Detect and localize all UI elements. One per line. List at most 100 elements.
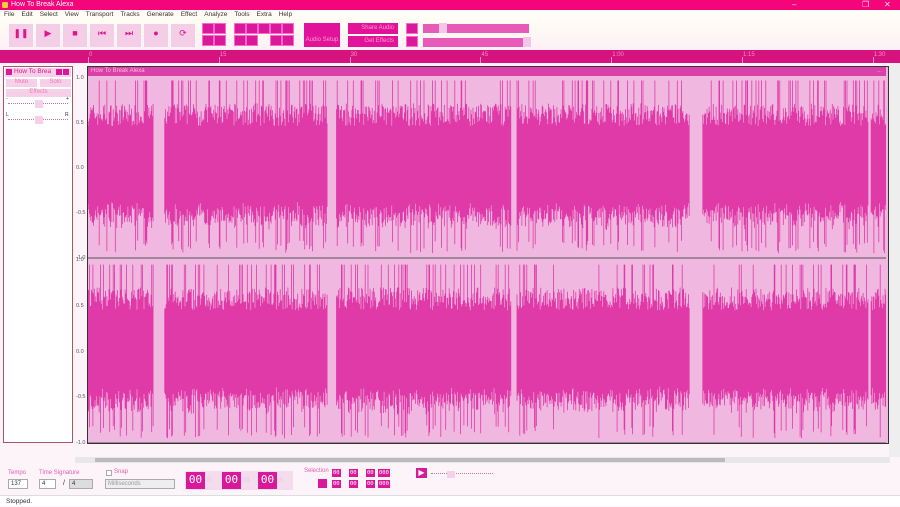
clip-name: How To Break Alexa bbox=[91, 68, 145, 74]
playback-volume-slider[interactable] bbox=[423, 37, 531, 47]
ruler-tick-label: 30 bbox=[350, 52, 358, 58]
effects-button[interactable]: Effects bbox=[6, 89, 71, 97]
pan-left-label: L bbox=[6, 112, 9, 118]
stop-button[interactable]: ■ bbox=[63, 24, 87, 47]
tool-button[interactable] bbox=[214, 23, 226, 34]
mute-button[interactable]: Mute bbox=[6, 79, 37, 87]
amplitude-label: 0.0 bbox=[76, 348, 84, 355]
selection-start-digits[interactable]: 00 bbox=[332, 469, 341, 477]
stop-icon: ■ bbox=[72, 28, 78, 38]
track-collapse-button[interactable] bbox=[56, 69, 62, 75]
gain-slider[interactable] bbox=[8, 100, 68, 108]
skip-start-button[interactable]: ⏮ bbox=[90, 24, 114, 47]
ruler-tick bbox=[742, 57, 743, 63]
status-bar: Stopped. bbox=[0, 495, 900, 506]
amplitude-label: 0.0 bbox=[76, 165, 84, 171]
menu-generate[interactable]: Generate bbox=[147, 10, 174, 20]
tool-button[interactable] bbox=[270, 35, 282, 46]
tool-button[interactable] bbox=[202, 35, 214, 46]
ruler-tick-label: 0 bbox=[89, 52, 93, 58]
track-close-button[interactable] bbox=[6, 69, 12, 75]
minimize-button[interactable]: – bbox=[792, 0, 796, 10]
tool-button[interactable] bbox=[258, 23, 270, 34]
tool-button[interactable] bbox=[202, 23, 214, 34]
gain-minus-label: - bbox=[6, 96, 8, 102]
time-unit: h bbox=[207, 475, 212, 484]
pause-button[interactable]: ❚❚ bbox=[9, 24, 33, 47]
play-meter-icon[interactable] bbox=[406, 36, 418, 47]
gain-plus-label: + bbox=[66, 96, 69, 102]
clip-header[interactable]: How To Break Alexa... bbox=[88, 67, 886, 76]
tool-button[interactable] bbox=[234, 35, 246, 46]
record-button[interactable]: ● bbox=[144, 24, 168, 47]
ruler-tick-label: 1:15 bbox=[743, 52, 755, 58]
menu-help[interactable]: Help bbox=[279, 10, 292, 20]
time-sig-denominator[interactable]: 4 bbox=[69, 479, 93, 489]
record-meter-icon[interactable] bbox=[406, 23, 418, 34]
menu-effect[interactable]: Effect bbox=[181, 10, 198, 20]
tempo-input[interactable]: 137 bbox=[8, 479, 28, 489]
ruler-tick-label: 1:00 bbox=[612, 52, 624, 58]
menu-select[interactable]: Select bbox=[40, 10, 58, 20]
amplitude-label: 1.0 bbox=[76, 257, 84, 263]
tool-button[interactable] bbox=[214, 35, 226, 46]
tool-button[interactable] bbox=[282, 23, 294, 34]
get-effects-button[interactable]: Get Effects bbox=[348, 36, 398, 47]
selection-end-digits[interactable]: 00 bbox=[332, 480, 341, 488]
close-button[interactable]: ✕ bbox=[884, 0, 891, 10]
menu-analyze[interactable]: Analyze bbox=[204, 10, 227, 20]
menu-tracks[interactable]: Tracks bbox=[120, 10, 139, 20]
selection-start-digits[interactable]: 00 bbox=[366, 469, 375, 477]
amplitude-label: 0.5 bbox=[76, 120, 84, 126]
menu-transport[interactable]: Transport bbox=[86, 10, 114, 20]
timeline-ruler[interactable]: 0 15 30 45 1:00 1:15 1:30 bbox=[0, 50, 900, 63]
record-volume-slider[interactable] bbox=[423, 23, 529, 33]
play-at-speed-button[interactable]: ▶ bbox=[416, 468, 427, 478]
tool-button[interactable] bbox=[270, 23, 282, 34]
skip-end-button[interactable]: ⏭ bbox=[117, 24, 141, 47]
snap-checkbox[interactable] bbox=[106, 470, 112, 476]
channel-waveform bbox=[88, 264, 886, 439]
amplitude-label: 0.5 bbox=[76, 302, 84, 309]
pause-icon: ❚❚ bbox=[13, 28, 29, 38]
snap-unit-select[interactable]: Milliseconds bbox=[105, 479, 175, 489]
tool-button[interactable] bbox=[246, 23, 258, 34]
audio-setup-label: Audio Setup bbox=[305, 37, 339, 43]
play-speed-slider[interactable] bbox=[431, 471, 493, 478]
menu-edit[interactable]: Edit bbox=[21, 10, 32, 20]
clip-menu-button[interactable]: ... bbox=[877, 67, 882, 76]
app-icon bbox=[2, 2, 8, 8]
selection-end-digits[interactable]: 00 bbox=[349, 480, 358, 488]
loop-button[interactable]: ⟳ bbox=[171, 24, 195, 47]
solo-button[interactable]: Solo bbox=[40, 79, 71, 87]
bottom-toolbar: Tempo 137 Time Signature 4 / 4 Snap Mill… bbox=[0, 463, 900, 495]
selection-end-digits[interactable]: 00 bbox=[366, 480, 375, 488]
loop-icon: ⟳ bbox=[179, 28, 187, 38]
title-bar: How To Break Alexa – ❐ ✕ bbox=[0, 0, 900, 10]
time-unit: s bbox=[279, 475, 283, 484]
selection-start-digits[interactable]: 000 bbox=[378, 469, 390, 477]
vertical-scrollbar[interactable] bbox=[889, 63, 900, 457]
track-name-button[interactable]: How To Brea bbox=[14, 68, 51, 75]
time-sig-numerator[interactable]: 4 bbox=[39, 479, 56, 489]
tool-button[interactable] bbox=[282, 35, 294, 46]
selection-mode-button[interactable] bbox=[318, 479, 327, 488]
pan-slider[interactable] bbox=[8, 116, 68, 124]
time-digits: 00 bbox=[258, 472, 277, 489]
menu-extra[interactable]: Extra bbox=[257, 10, 272, 20]
restore-button[interactable]: ❐ bbox=[862, 0, 869, 10]
selection-end-digits[interactable]: 000 bbox=[378, 480, 390, 488]
menu-file[interactable]: File bbox=[4, 10, 14, 20]
menu-tools[interactable]: Tools bbox=[234, 10, 249, 20]
pan-right-label: R bbox=[65, 112, 69, 118]
share-audio-button[interactable]: Share Audio bbox=[348, 23, 398, 34]
menu-view[interactable]: View bbox=[65, 10, 79, 20]
audio-setup-button[interactable]: Audio Setup bbox=[304, 23, 340, 47]
tool-button[interactable] bbox=[246, 35, 258, 46]
ruler-tick bbox=[872, 57, 874, 63]
selection-label: Selection bbox=[304, 468, 329, 474]
selection-start-digits[interactable]: 00 bbox=[349, 469, 358, 477]
play-button[interactable]: ▶ bbox=[36, 24, 60, 47]
track-menu-button[interactable] bbox=[63, 69, 69, 75]
tool-button[interactable] bbox=[234, 23, 246, 34]
